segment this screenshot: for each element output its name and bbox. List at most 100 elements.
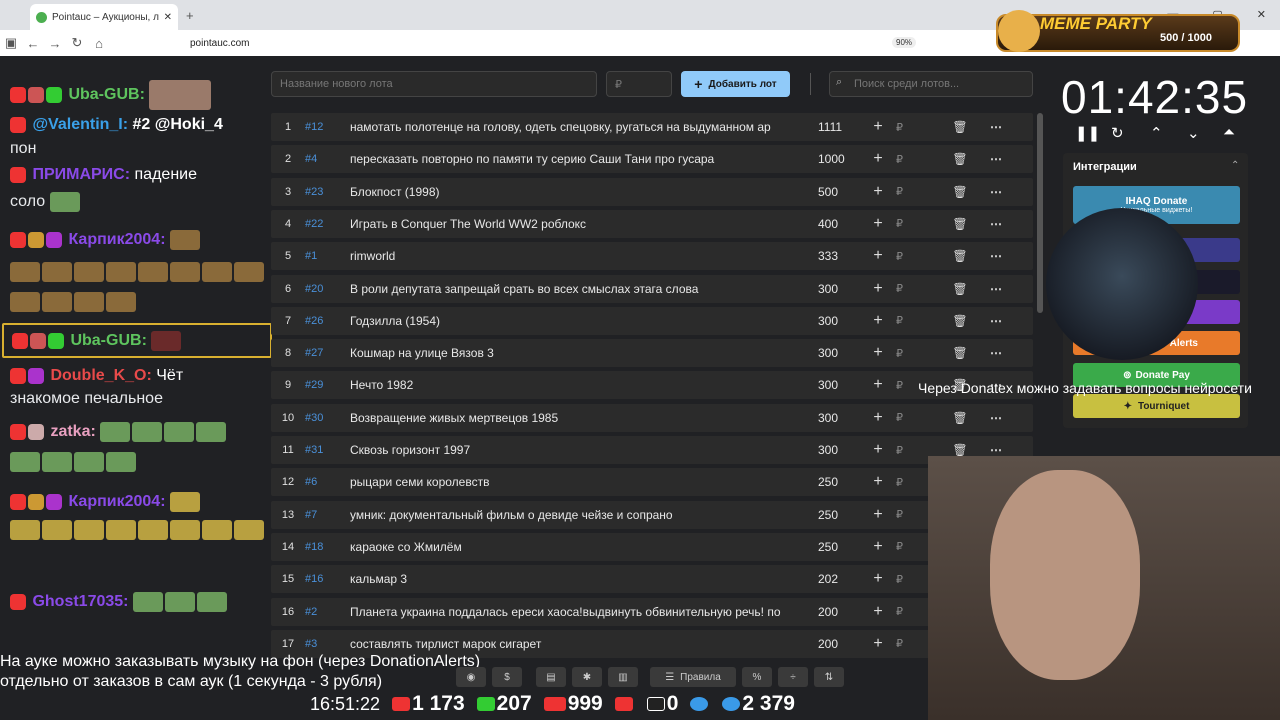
browser-tab[interactable]: Pointauc – Аукционы, лотереи ✕ (30, 4, 178, 30)
lot-name[interactable]: Блокпост (1998) (350, 185, 790, 199)
collapse-icon[interactable]: ⌃ (1231, 160, 1239, 171)
add-amount-icon[interactable]: + (860, 603, 896, 621)
lot-name[interactable]: В роли депутата запрещай срать во всех с… (350, 282, 790, 296)
lot-name[interactable]: Кошмар на улице Вязов 3 (350, 346, 790, 360)
lot-row[interactable]: 3 #23 Блокпост (1998) 500 + ₽ 🗑 ⋯ (271, 177, 1033, 206)
lot-amount[interactable]: 300 (790, 443, 860, 457)
lot-amount[interactable]: 300 (790, 314, 860, 328)
lot-name[interactable]: Нечто 1982 (350, 378, 790, 392)
lot-name[interactable]: Годзилла (1954) (350, 314, 790, 328)
delete-icon[interactable]: 🗑 (936, 217, 984, 231)
more-options-icon[interactable]: ⋯ (984, 282, 1008, 296)
percent-icon[interactable]: % (742, 667, 772, 687)
reload-icon[interactable]: ↻ (66, 35, 88, 51)
add-lot-button[interactable]: + Добавить лот (681, 71, 790, 97)
lot-name[interactable]: rimworld (350, 249, 790, 263)
lot-amount[interactable]: 300 (790, 411, 860, 425)
delete-icon[interactable]: 🗑 (936, 443, 984, 457)
tourniquet-button[interactable]: ✦ Tourniquet (1073, 394, 1240, 418)
zoom-level[interactable]: 90% (892, 37, 917, 48)
close-window-icon[interactable]: ✕ (1257, 8, 1266, 21)
add-amount-icon[interactable]: + (860, 376, 896, 394)
lot-name[interactable]: умник: документальный фильм о девиде чей… (350, 508, 790, 522)
lot-amount[interactable]: 300 (790, 346, 860, 360)
add-amount-icon[interactable]: + (860, 441, 896, 459)
pause-icon[interactable]: ❚❚ (1075, 124, 1100, 142)
lot-name[interactable]: Сквозь горизонт 1997 (350, 443, 790, 457)
new-lot-input[interactable]: Название нового лота (271, 71, 597, 97)
add-amount-icon[interactable]: + (860, 183, 896, 201)
more-options-icon[interactable]: ⋯ (984, 217, 1008, 231)
lot-name[interactable]: рыцари семи королевств (350, 475, 790, 489)
lot-row[interactable]: 10 #30 Возвращение живых мертвецов 1985 300… (271, 403, 1033, 432)
lot-amount[interactable]: 200 (790, 637, 860, 651)
more-options-icon[interactable]: ⋯ (984, 185, 1008, 199)
delete-icon[interactable]: 🗑 (936, 346, 984, 360)
new-tab-icon[interactable]: + (186, 8, 194, 23)
back-icon[interactable]: ← (22, 36, 44, 51)
save-icon[interactable]: ▤ (536, 667, 566, 687)
more-options-icon[interactable]: ⋯ (984, 443, 1008, 457)
lot-amount[interactable]: 333 (790, 249, 860, 263)
bug-icon[interactable]: ✱ (572, 667, 602, 687)
lot-amount[interactable]: 300 (790, 378, 860, 392)
delete-icon[interactable]: 🗑 (936, 282, 984, 296)
lot-amount[interactable]: 300 (790, 282, 860, 296)
lot-row[interactable]: 1 #12 намотать полотенце на голову, одеть … (271, 113, 1033, 141)
lot-amount[interactable]: 1111 (790, 120, 860, 134)
split-icon[interactable]: ÷ (778, 667, 808, 687)
close-tab-icon[interactable]: ✕ (164, 12, 172, 23)
github-icon[interactable]: ◉ (456, 667, 486, 687)
more-options-icon[interactable]: ⋯ (984, 249, 1008, 263)
double-add-time-icon[interactable]: ⏶ (1223, 124, 1235, 141)
dollar-icon[interactable]: $ (492, 667, 522, 687)
add-amount-icon[interactable]: + (860, 280, 896, 298)
add-amount-icon[interactable]: + (860, 150, 896, 168)
more-options-icon[interactable]: ⋯ (984, 120, 1008, 134)
clear-icon[interactable]: ▥ (608, 667, 638, 687)
add-amount-icon[interactable]: + (860, 215, 896, 233)
lot-amount[interactable]: 250 (790, 540, 860, 554)
sidebar-icon[interactable]: ▣ (0, 35, 22, 51)
lots-scrollbar[interactable] (1037, 113, 1043, 313)
lot-row[interactable]: 6 #20 В роли депутата запрещай срать во вс… (271, 274, 1033, 303)
more-options-icon[interactable]: ⋯ (984, 411, 1008, 425)
delete-icon[interactable]: 🗑 (936, 185, 984, 199)
lot-name[interactable]: караоке со Жмилём (350, 540, 790, 554)
add-amount-icon[interactable]: + (860, 312, 896, 330)
subtract-time-icon[interactable]: ⌄ (1187, 124, 1200, 142)
lot-row[interactable]: 15#16кальмар 3202+₽🗑⋯ (271, 565, 1033, 594)
delete-icon[interactable]: 🗑 (936, 411, 984, 425)
add-time-icon[interactable]: ⌃ (1150, 124, 1163, 142)
lot-row[interactable]: 7 #26 Годзилла (1954) 300 + ₽ 🗑 ⋯ (271, 306, 1033, 335)
delete-icon[interactable]: 🗑 (936, 120, 984, 134)
lot-amount[interactable]: 250 (790, 475, 860, 489)
add-amount-icon[interactable]: + (860, 118, 896, 136)
lot-name[interactable]: Планета украина поддалась ереси хаоса!вы… (350, 605, 790, 619)
add-amount-icon[interactable]: + (860, 473, 896, 491)
add-amount-icon[interactable]: + (860, 247, 896, 265)
home-icon[interactable]: ⌂ (88, 36, 110, 51)
add-amount-icon[interactable]: + (860, 635, 896, 653)
more-options-icon[interactable]: ⋯ (984, 346, 1008, 360)
sort-icon[interactable]: ⇅ (814, 667, 844, 687)
lot-row[interactable]: 13 #7 умник: документальный фильм о девиде… (271, 500, 1033, 529)
search-lots-input[interactable]: Поиск среди лотов... (829, 71, 1033, 97)
lot-name[interactable]: составлять тирлист марок сигарет (350, 637, 790, 651)
rules-button[interactable]: ☰ Правила (650, 667, 736, 687)
delete-icon[interactable]: 🗑 (936, 152, 984, 166)
add-amount-icon[interactable]: + (860, 344, 896, 362)
lot-amount[interactable]: 200 (790, 605, 860, 619)
lot-amount[interactable]: 202 (790, 572, 860, 586)
add-amount-icon[interactable]: + (860, 409, 896, 427)
lot-amount[interactable]: 250 (790, 508, 860, 522)
lot-amount[interactable]: 500 (790, 185, 860, 199)
lot-name[interactable]: Играть в Conquer The World WW2 роблокс (350, 217, 790, 231)
url-field[interactable]: pointauc.com (190, 38, 249, 49)
add-amount-icon[interactable]: + (860, 570, 896, 588)
lot-row[interactable]: 14#18караоке со Жмилём250+₽🗑⋯ (271, 532, 1033, 561)
lot-name[interactable]: Возвращение живых мертвецов 1985 (350, 411, 790, 425)
lot-row[interactable]: 16 #2 Планета украина поддалась ереси хаос… (271, 597, 1033, 626)
lot-row[interactable]: 2 #4 пересказать повторно по памяти ту сер… (271, 145, 1033, 174)
lot-name[interactable]: пересказать повторно по памяти ту серию … (350, 152, 790, 166)
